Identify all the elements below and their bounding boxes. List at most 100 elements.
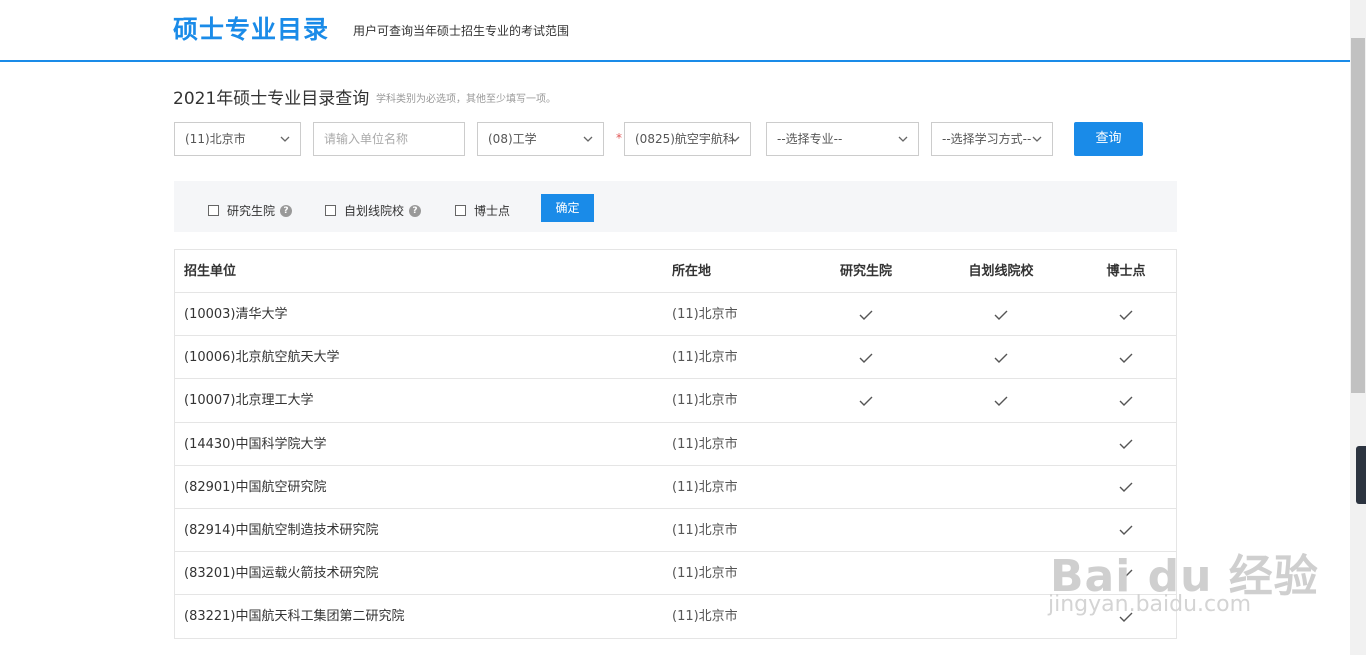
graduate-school-cell — [786, 423, 946, 466]
check-icon — [994, 353, 1008, 363]
province-select-value: (11)北京市 — [185, 132, 246, 146]
graduate-school-cell — [786, 552, 946, 595]
table-row[interactable]: (83201)中国运载火箭技术研究院 (11)北京市 — [175, 552, 1176, 596]
chevron-down-icon — [898, 136, 908, 142]
filter-bar: 研究生院 ? 自划线院校 ? 博士点 确定 — [174, 181, 1177, 232]
unit-name[interactable]: (10006)北京航空航天大学 — [184, 336, 340, 379]
graduate-school-cell — [786, 466, 946, 509]
header-phd: 博士点 — [1106, 264, 1146, 279]
graduate-school-cell — [786, 336, 946, 379]
table-header-row: 招生单位 所在地 研究生院 自划线院校 博士点 — [175, 250, 1176, 293]
confirm-button[interactable]: 确定 — [541, 194, 594, 222]
unit-name[interactable]: (83201)中国运载火箭技术研究院 — [184, 552, 379, 595]
check-icon — [1119, 396, 1133, 406]
chevron-down-icon — [583, 136, 593, 142]
chevron-down-icon — [1032, 136, 1042, 142]
site-header: 硕士专业目录 用户可查询当年硕士招生专业的考试范围 — [0, 0, 1350, 62]
table-body: (10003)清华大学 (11)北京市 (10006)北京航空航天大学 (11)北京市… — [175, 293, 1176, 639]
phd-point-label: 博士点 — [474, 204, 511, 218]
check-icon — [1119, 353, 1133, 363]
table-row[interactable]: (10006)北京航空航天大学 (11)北京市 — [175, 336, 1176, 380]
side-widget[interactable] — [1356, 446, 1366, 504]
major-select[interactable]: --选择专业-- — [766, 122, 919, 156]
major-select-value: --选择专业-- — [777, 132, 843, 146]
header-location: 所在地 — [672, 264, 712, 279]
chevron-down-icon — [730, 136, 740, 142]
query-hint: 学科类别为必选项，其他至少填写一项。 — [376, 94, 556, 105]
checkbox-box[interactable] — [208, 205, 219, 216]
study-mode-select[interactable]: --选择学习方式-- — [931, 122, 1053, 156]
table-row[interactable]: (83221)中国航天科工集团第二研究院 (11)北京市 — [175, 595, 1176, 639]
discipline-select-value: (0825)航空宇航科 — [635, 132, 735, 146]
page: 硕士专业目录 用户可查询当年硕士招生专业的考试范围 2021年硕士专业目录查询 … — [0, 0, 1366, 655]
checkbox-box[interactable] — [455, 205, 466, 216]
check-icon — [1119, 482, 1133, 493]
graduate-school-cell — [786, 595, 946, 638]
check-icon — [1119, 310, 1133, 320]
header-graduate-school: 研究生院 — [839, 264, 892, 279]
category-select-value: (08)工学 — [488, 132, 537, 146]
checkbox-box[interactable] — [325, 205, 336, 216]
self-line-cell — [926, 336, 1076, 379]
category-select[interactable]: (08)工学 — [477, 122, 604, 156]
unit-name[interactable]: (14430)中国科学院大学 — [184, 423, 327, 466]
graduate-school-cell — [786, 293, 946, 336]
check-icon — [1119, 439, 1133, 450]
check-icon — [859, 353, 873, 363]
unit-location: (11)北京市 — [672, 566, 738, 582]
province-select[interactable]: (11)北京市 — [174, 122, 301, 156]
site-brand[interactable]: 硕士专业目录 — [173, 10, 329, 46]
watermark-url: jingyan.baidu.com — [1048, 592, 1252, 617]
required-mark: * — [616, 131, 622, 145]
unit-location: (11)北京市 — [672, 609, 738, 625]
help-icon[interactable]: ? — [280, 204, 293, 217]
self-line-cell — [926, 379, 1076, 422]
self-line-label: 自划线院校 — [344, 204, 405, 218]
discipline-select[interactable]: (0825)航空宇航科 — [624, 122, 751, 156]
study-mode-select-value: --选择学习方式-- — [942, 132, 1032, 146]
check-icon — [1119, 525, 1133, 536]
header-unit: 招生单位 — [184, 264, 237, 279]
help-icon[interactable]: ? — [409, 204, 422, 217]
unit-location: (11)北京市 — [672, 350, 738, 366]
phd-cell — [1076, 466, 1176, 509]
header-self-line: 自划线院校 — [968, 264, 1034, 279]
self-line-cell — [926, 423, 1076, 466]
phd-cell — [1076, 423, 1176, 466]
site-subtitle: 用户可查询当年硕士招生专业的考试范围 — [353, 24, 570, 38]
unit-name-input[interactable]: 请输入单位名称 — [313, 122, 465, 156]
unit-location: (11)北京市 — [672, 479, 738, 495]
table-row[interactable]: (10007)北京理工大学 (11)北京市 — [175, 379, 1176, 423]
chevron-down-icon — [280, 136, 290, 142]
table-row[interactable]: (10003)清华大学 (11)北京市 — [175, 293, 1176, 337]
table-row[interactable]: (82901)中国航空研究院 (11)北京市 — [175, 466, 1176, 509]
self-line-cell — [926, 466, 1076, 509]
self-line-cell — [926, 293, 1076, 336]
unit-name[interactable]: (83221)中国航天科工集团第二研究院 — [184, 595, 405, 638]
unit-name[interactable]: (10007)北京理工大学 — [184, 379, 314, 422]
query-title: 2021年硕士专业目录查询 — [173, 89, 370, 109]
phd-cell — [1076, 336, 1176, 379]
unit-name[interactable]: (82901)中国航空研究院 — [184, 466, 327, 509]
graduate-school-cell — [786, 509, 946, 552]
unit-name-placeholder: 请输入单位名称 — [324, 132, 409, 146]
results-table: 招生单位 所在地 研究生院 自划线院校 博士点 (10003)清华大学 (11)北… — [174, 249, 1177, 639]
phd-point-checkbox[interactable]: 博士点 — [455, 202, 510, 219]
graduate-school-label: 研究生院 — [227, 204, 276, 218]
phd-cell — [1076, 379, 1176, 422]
unit-location: (11)北京市 — [672, 436, 738, 452]
phd-cell — [1076, 293, 1176, 336]
self-line-checkbox[interactable]: 自划线院校 ? — [325, 202, 422, 219]
graduate-school-checkbox[interactable]: 研究生院 ? — [208, 202, 293, 219]
table-row[interactable]: (82914)中国航空制造技术研究院 (11)北京市 — [175, 509, 1176, 553]
check-icon — [994, 396, 1008, 406]
unit-name[interactable]: (10003)清华大学 — [184, 293, 288, 336]
scrollbar-thumb[interactable] — [1351, 38, 1365, 393]
unit-name[interactable]: (82914)中国航空制造技术研究院 — [184, 509, 379, 552]
unit-location: (11)北京市 — [672, 307, 738, 322]
query-button[interactable]: 查询 — [1074, 122, 1143, 156]
check-icon — [859, 310, 873, 320]
table-row[interactable]: (14430)中国科学院大学 (11)北京市 — [175, 423, 1176, 466]
unit-location: (11)北京市 — [672, 393, 738, 409]
check-icon — [994, 310, 1008, 320]
